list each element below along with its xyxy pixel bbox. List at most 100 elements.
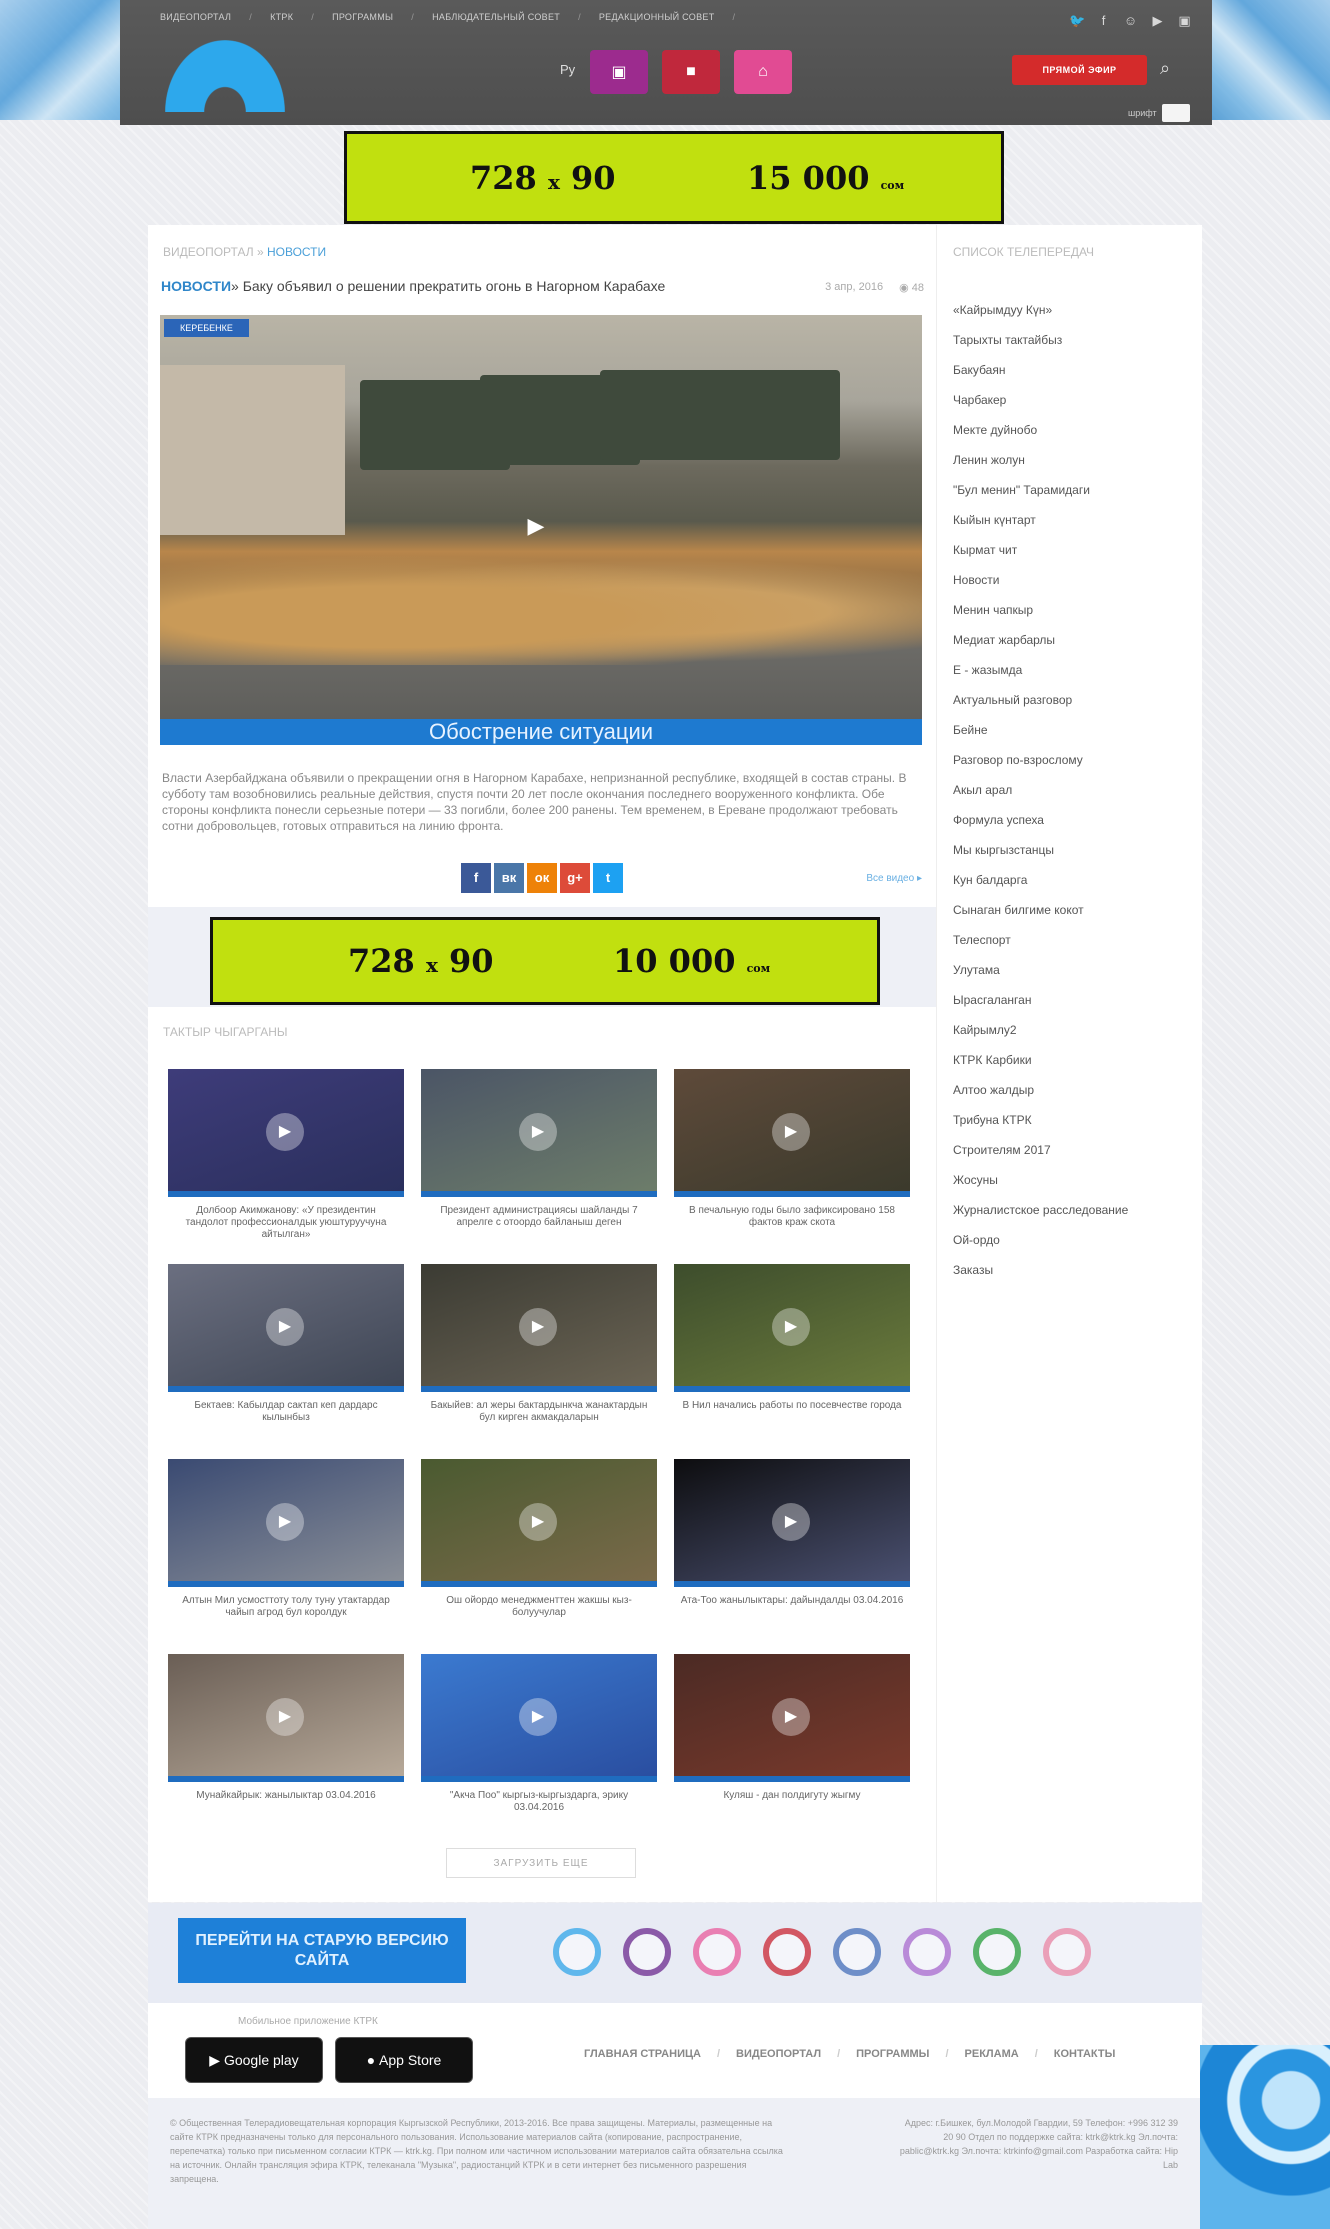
twitter-icon[interactable]: 🐦 (1069, 13, 1085, 28)
thumbnail-caption[interactable]: Ош ойордо менеджменттен жакшы кыз-болууч… (421, 1595, 657, 1619)
video-thumbnail[interactable]: ▶ Бакыйев: ал жеры бактардынкча жанактард… (421, 1264, 657, 1424)
thumbnail-caption[interactable]: "Акча Поо" кыргыз-кыргыздарга, эрику 03.… (421, 1790, 657, 1814)
thumbnail-caption[interactable]: Бакыйев: ал жеры бактардынкча жанактарды… (421, 1400, 657, 1424)
sidebar-program-item[interactable]: Кыйын күнтарт (953, 505, 1128, 535)
top-nav-item-videoportal[interactable]: ВИДЕОПОРТАЛ (160, 12, 231, 22)
load-more-button[interactable]: ЗАГРУЗИТЬ ЕЩЕ (446, 1848, 636, 1878)
thumbnail-caption[interactable]: В Нил начались работы по посевчестве гор… (674, 1400, 910, 1412)
old-site-button[interactable]: ПЕРЕЙТИ НА СТАРУЮ ВЕРСИЮ САЙТА (178, 1918, 466, 1983)
play-icon[interactable]: ▶ (266, 1113, 304, 1151)
play-icon[interactable]: ▶ (519, 1698, 557, 1736)
video-thumbnail[interactable]: ▶ Долбоор Акимжанову: «У президентин танд… (168, 1069, 404, 1241)
thumbnail-caption[interactable]: Долбоор Акимжанову: «У президентин тандо… (168, 1205, 404, 1241)
sidebar-program-item[interactable]: Формула успеха (953, 805, 1128, 835)
thumbnail-caption[interactable]: Президент администрациясы шайланды 7 апр… (421, 1205, 657, 1229)
sidebar-program-item[interactable]: Разговор по-взрослому (953, 745, 1128, 775)
breadcrumb-section[interactable]: НОВОСТИ (267, 245, 326, 259)
share-twitter-icon[interactable]: t (593, 863, 623, 893)
video-thumbnail[interactable]: ▶ В печальную годы было зафиксировано 158… (674, 1069, 910, 1229)
video-thumbnail[interactable]: ▶ Ош ойордо менеджменттен жакшы кыз-болуу… (421, 1459, 657, 1619)
sidebar-program-item[interactable]: Строителям 2017 (953, 1135, 1128, 1165)
language-switch[interactable]: Ру (560, 62, 575, 77)
channel-3-icon[interactable]: ⌂ (734, 50, 792, 94)
share-vk-icon[interactable]: вк (494, 863, 524, 893)
play-icon[interactable]: ▶ (519, 1113, 557, 1151)
channel-logo-icon[interactable] (763, 1928, 811, 1976)
footer-nav-videoportal[interactable]: ВИДЕОПОРТАЛ (736, 2048, 821, 2060)
sidebar-program-item[interactable]: Бейне (953, 715, 1128, 745)
sidebar-program-item[interactable]: Жосуны (953, 1165, 1128, 1195)
top-nav-item-editorial-council[interactable]: РЕДАКЦИОННЫЙ СОВЕТ (599, 12, 715, 22)
channel-logo-icon[interactable] (1043, 1928, 1091, 1976)
channel-logo-icon[interactable] (553, 1928, 601, 1976)
share-ok-icon[interactable]: ок (527, 863, 557, 893)
top-nav-item-programs[interactable]: ПРОГРАММЫ (332, 12, 393, 22)
top-nav-item-ktrk[interactable]: КТРК (270, 12, 293, 22)
video-thumbnail[interactable]: ▶ "Акча Поо" кыргыз-кыргыздарга, эрику 03… (421, 1654, 657, 1814)
app-store-button[interactable]: ● App Store (335, 2037, 473, 2083)
sidebar-program-item[interactable]: "Бул менин" Тарамидаги (953, 475, 1128, 505)
facebook-icon[interactable]: f (1096, 13, 1111, 28)
video-thumbnail[interactable]: ▶ Ата-Тоо жанылыктары: дайындалды 03.04.2… (674, 1459, 910, 1607)
sidebar-program-item[interactable]: Улутама (953, 955, 1128, 985)
sidebar-program-item[interactable]: Ырасгаланган (953, 985, 1128, 1015)
sidebar-program-item[interactable]: Ой-ордо (953, 1225, 1128, 1255)
channel-logo-icon[interactable] (973, 1928, 1021, 1976)
play-icon[interactable]: ▶ (772, 1503, 810, 1541)
play-icon[interactable]: ▶ (266, 1503, 304, 1541)
play-icon[interactable]: ▶ (772, 1113, 810, 1151)
video-thumbnail[interactable]: ▶ Мунайкайрык: жанылыктар 03.04.2016 (168, 1654, 404, 1802)
thumbnail-caption[interactable]: Ата-Тоо жанылыктары: дайындалды 03.04.20… (674, 1595, 910, 1607)
channel-logo-icon[interactable] (903, 1928, 951, 1976)
sidebar-program-item[interactable]: Кун балдарга (953, 865, 1128, 895)
video-thumbnail[interactable]: ▶ Куляш - дан полдигуту жыгму (674, 1654, 910, 1802)
channel-1-icon[interactable]: ▣ (590, 50, 648, 94)
footer-nav-advertising[interactable]: РЕКЛАМА (965, 2048, 1019, 2060)
thumbnail-caption[interactable]: Куляш - дан полдигуту жыгму (674, 1790, 910, 1802)
sidebar-program-item[interactable]: Новости (953, 565, 1128, 595)
thumbnail-caption[interactable]: Мунайкайрык: жанылыктар 03.04.2016 (168, 1790, 404, 1802)
sidebar-program-item[interactable]: Кырмат чит (953, 535, 1128, 565)
odnoklassniki-icon[interactable]: ☺ (1123, 13, 1138, 28)
sidebar-program-item[interactable]: Трибуна КТРК (953, 1105, 1128, 1135)
footer-nav-contacts[interactable]: КОНТАКТЫ (1054, 2048, 1116, 2060)
thumbnail-caption[interactable]: В печальную годы было зафиксировано 158 … (674, 1205, 910, 1229)
video-thumbnail[interactable]: ▶ В Нил начались работы по посевчестве го… (674, 1264, 910, 1412)
sidebar-program-item[interactable]: «Кайрымдуу Күн» (953, 295, 1128, 325)
sidebar-program-item[interactable]: Ленин жолун (953, 445, 1128, 475)
play-icon[interactable]: ▶ (772, 1308, 810, 1346)
google-play-button[interactable]: ▶ Google play (185, 2037, 323, 2083)
play-icon[interactable]: ▶ (266, 1698, 304, 1736)
video-thumbnail[interactable]: ▶ Президент администрациясы шайланды 7 ап… (421, 1069, 657, 1229)
font-size-toggle[interactable] (1162, 104, 1190, 122)
sidebar-program-item[interactable]: Кайрымлу2 (953, 1015, 1128, 1045)
sidebar-program-item[interactable]: Алтоо жалдыр (953, 1075, 1128, 1105)
ktrk-logo[interactable] (165, 40, 285, 112)
footer-nav-home[interactable]: ГЛАВНАЯ СТРАНИЦА (584, 2048, 701, 2060)
sidebar-program-item[interactable]: Сынаган билгиме кокот (953, 895, 1128, 925)
sidebar-program-item[interactable]: Медиат жарбарлы (953, 625, 1128, 655)
live-broadcast-button[interactable]: ПРЯМОЙ ЭФИР (1012, 55, 1147, 85)
sidebar-program-item[interactable]: Мы кыргызстанцы (953, 835, 1128, 865)
search-icon[interactable]: ⌕ (1160, 58, 1182, 80)
sidebar-program-item[interactable]: Мекте дуйнобо (953, 415, 1128, 445)
article-category-tag[interactable]: НОВОСТИ (161, 278, 231, 294)
ad-banner-middle[interactable]: 728 x 90 10 000 сом (210, 917, 880, 1005)
share-facebook-icon[interactable]: f (461, 863, 491, 893)
footer-nav-programs[interactable]: ПРОГРАММЫ (856, 2048, 929, 2060)
channel-2-icon[interactable]: ■ (662, 50, 720, 94)
breadcrumb-root[interactable]: ВИДЕОПОРТАЛ (163, 245, 254, 259)
thumbnail-caption[interactable]: Бектаев: Кабылдар сактап кеп дардарс кыл… (168, 1400, 404, 1424)
sidebar-program-item[interactable]: Бакубаян (953, 355, 1128, 385)
video-thumbnail[interactable]: ▶ Бектаев: Кабылдар сактап кеп дардарс кы… (168, 1264, 404, 1424)
channel-logo-icon[interactable] (833, 1928, 881, 1976)
play-icon[interactable]: ▶ (772, 1698, 810, 1736)
play-icon[interactable]: ▶ (519, 1308, 557, 1346)
sidebar-program-item[interactable]: Журналистское расследование (953, 1195, 1128, 1225)
sidebar-program-item[interactable]: Тарыхты тактайбыз (953, 325, 1128, 355)
all-videos-link[interactable]: Все видео ▸ (866, 873, 922, 884)
share-google-plus-icon[interactable]: g+ (560, 863, 590, 893)
sidebar-program-item[interactable]: Телеспорт (953, 925, 1128, 955)
play-icon[interactable]: ▶ (519, 1503, 557, 1541)
sidebar-program-item[interactable]: Акыл арал (953, 775, 1128, 805)
